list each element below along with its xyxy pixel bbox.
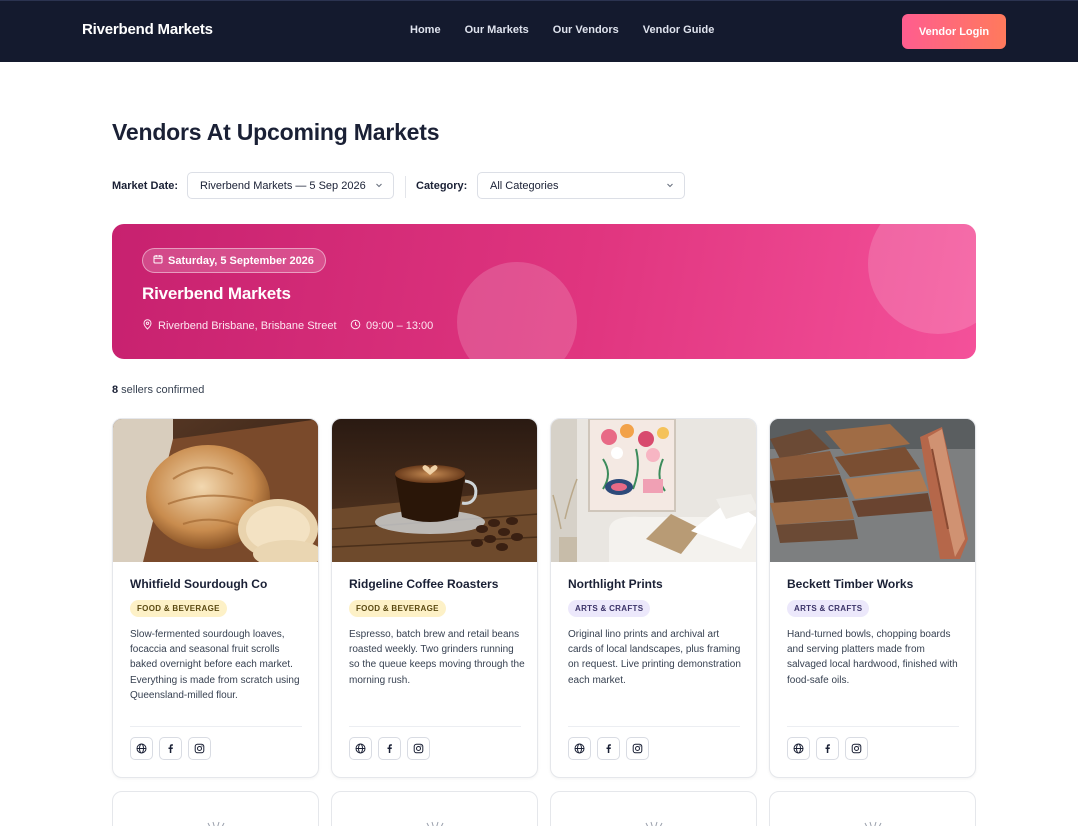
market-time-text: 09:00 – 13:00 — [366, 320, 434, 332]
facebook-icon[interactable] — [159, 737, 182, 760]
market-time: 09:00 – 13:00 — [350, 319, 433, 333]
vendor-description: Espresso, batch brew and retail beans ro… — [349, 629, 525, 686]
vendor-name[interactable]: Ridgeline Coffee Roasters — [349, 577, 498, 591]
category-badge: FOOD & BEVERAGE — [130, 600, 227, 617]
nav-link-our-markets[interactable]: Our Markets — [465, 24, 529, 36]
category-badge: ARTS & CRAFTS — [568, 600, 651, 617]
clock-icon — [350, 319, 361, 333]
page-title: Vendors At Upcoming Markets — [112, 119, 440, 145]
globe-icon[interactable] — [787, 737, 810, 760]
card-divider — [787, 726, 959, 727]
market-title: Riverbend Markets — [142, 284, 291, 303]
vendor-card[interactable]: Beckett Timber Works ARTS & CRAFTS Hand-… — [769, 418, 976, 778]
market-banner: Saturday, 5 September 2026 Riverbend Mar… — [112, 224, 976, 359]
instagram-icon[interactable] — [845, 737, 868, 760]
facebook-icon[interactable] — [597, 737, 620, 760]
sellers-count-suffix: sellers confirmed — [118, 384, 205, 396]
vendor-login-button[interactable]: Vendor Login — [902, 14, 1006, 49]
social-links — [349, 737, 430, 760]
image-placeholder-icon — [205, 818, 227, 826]
image-placeholder-icon — [424, 818, 446, 826]
market-date-label: Market Date: — [112, 180, 179, 192]
globe-icon[interactable] — [349, 737, 372, 760]
vendor-card-partial[interactable] — [550, 791, 757, 826]
social-links — [787, 737, 868, 760]
filter-divider — [405, 176, 406, 198]
nav-link-our-vendors[interactable]: Our Vendors — [553, 24, 619, 36]
location-pin-icon — [142, 319, 153, 333]
brand-logo-text[interactable]: Riverbend Markets — [82, 21, 213, 38]
card-divider — [349, 726, 521, 727]
nav-link-home[interactable]: Home — [410, 24, 441, 36]
vendor-card[interactable]: Northlight Prints ARTS & CRAFTS Original… — [550, 418, 757, 778]
facebook-icon[interactable] — [378, 737, 401, 760]
vendor-name[interactable]: Beckett Timber Works — [787, 577, 913, 591]
social-links — [568, 737, 649, 760]
nav-link-vendor-guide[interactable]: Vendor Guide — [643, 24, 715, 36]
globe-icon[interactable] — [568, 737, 591, 760]
vendor-card[interactable]: Ridgeline Coffee Roasters FOOD & BEVERAG… — [331, 418, 538, 778]
market-date-select[interactable]: Riverbend Markets — 5 Sep 2026 — [187, 172, 394, 199]
calendar-icon — [153, 254, 163, 267]
social-links — [130, 737, 211, 760]
vendor-card-partial[interactable] — [769, 791, 976, 826]
instagram-icon[interactable] — [626, 737, 649, 760]
top-navbar: Riverbend Markets Home Our Markets Our V… — [0, 0, 1078, 62]
nav-links: Home Our Markets Our Vendors Vendor Guid… — [410, 24, 738, 36]
sellers-count: 8 sellers confirmed — [112, 384, 204, 396]
market-location-text: Riverbend Brisbane, Brisbane Street — [158, 320, 337, 332]
instagram-icon[interactable] — [407, 737, 430, 760]
vendor-description: Slow-fermented sourdough loaves, focacci… — [130, 629, 300, 701]
category-value: All Categories — [490, 179, 559, 192]
chevron-down-icon — [375, 181, 383, 191]
vendor-name[interactable]: Northlight Prints — [568, 577, 663, 591]
card-divider — [568, 726, 740, 727]
instagram-icon[interactable] — [188, 737, 211, 760]
decorative-circle — [457, 262, 577, 359]
market-date-value: Riverbend Markets — 5 Sep 2026 — [200, 179, 366, 192]
market-date-text: Saturday, 5 September 2026 — [168, 254, 314, 267]
category-label: Category: — [416, 180, 468, 192]
card-divider — [130, 726, 302, 727]
category-badge: ARTS & CRAFTS — [787, 600, 870, 617]
market-date-pill: Saturday, 5 September 2026 — [142, 248, 326, 273]
vendor-name[interactable]: Whitfield Sourdough Co — [130, 577, 267, 591]
category-badge: FOOD & BEVERAGE — [349, 600, 446, 617]
vendor-card-partial[interactable] — [331, 791, 538, 826]
globe-icon[interactable] — [130, 737, 153, 760]
category-select[interactable]: All Categories — [477, 172, 685, 199]
vendor-image-bread — [113, 419, 318, 562]
market-location: Riverbend Brisbane, Brisbane Street — [142, 319, 337, 333]
vendor-image-timber — [770, 419, 975, 562]
vendor-card[interactable]: Whitfield Sourdough Co FOOD & BEVERAGE S… — [112, 418, 319, 778]
vendor-card-partial[interactable] — [112, 791, 319, 826]
image-placeholder-icon — [862, 818, 884, 826]
vendor-description: Original lino prints and archival art ca… — [568, 629, 741, 686]
decorative-circle — [868, 224, 976, 334]
image-placeholder-icon — [643, 818, 665, 826]
vendor-image-prints — [551, 419, 756, 562]
vendor-description: Hand-turned bowls, chopping boards and s… — [787, 629, 958, 686]
facebook-icon[interactable] — [816, 737, 839, 760]
vendor-image-coffee — [332, 419, 537, 562]
chevron-down-icon — [666, 181, 674, 191]
